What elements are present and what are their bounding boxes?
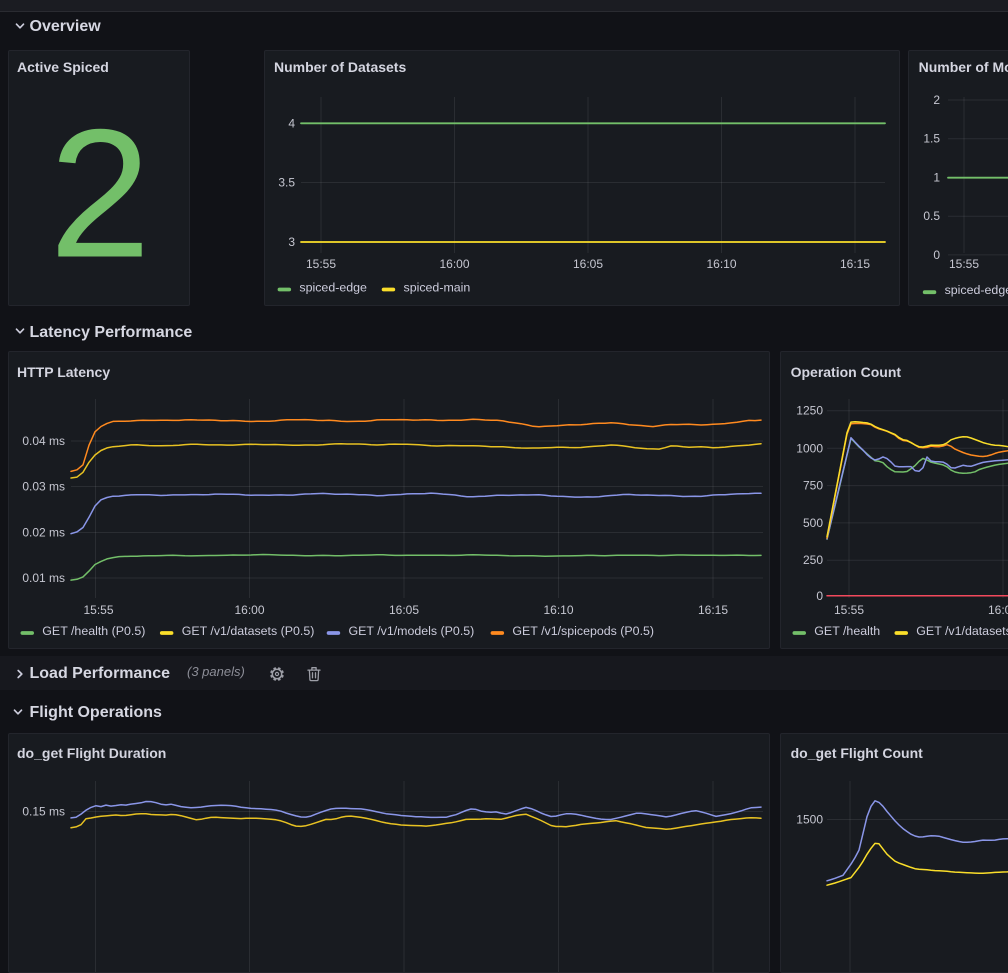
svg-text:Number of Models: Number of Models <box>919 59 1008 75</box>
svg-text:GET /v1/datasets: GET /v1/datasets <box>916 624 1008 638</box>
svg-text:1250: 1250 <box>796 404 823 418</box>
svg-text:0.03 ms: 0.03 ms <box>22 480 65 494</box>
svg-text:Active Spiced: Active Spiced <box>17 59 109 75</box>
svg-text:1500: 1500 <box>796 813 823 827</box>
svg-text:GET /v1/datasets (P0.5): GET /v1/datasets (P0.5) <box>182 624 315 638</box>
svg-text:3: 3 <box>288 235 295 249</box>
svg-text:HTTP Latency: HTTP Latency <box>17 364 110 380</box>
svg-text:spiced-edge: spiced-edge <box>299 280 367 294</box>
svg-text:3.5: 3.5 <box>278 176 295 190</box>
svg-text:0: 0 <box>933 248 940 262</box>
svg-text:GET /health: GET /health <box>814 624 880 638</box>
svg-text:spiced-edge: spiced-edge <box>945 283 1008 297</box>
svg-text:do_get Flight Count: do_get Flight Count <box>791 745 924 761</box>
svg-text:16:00: 16:00 <box>988 603 1008 617</box>
svg-text:1: 1 <box>933 170 940 184</box>
svg-text:16:05: 16:05 <box>389 603 419 617</box>
svg-text:750: 750 <box>803 479 823 493</box>
svg-text:GET /v1/models (P0.5): GET /v1/models (P0.5) <box>349 624 475 638</box>
svg-text:0.02 ms: 0.02 ms <box>22 526 65 540</box>
svg-text:16:00: 16:00 <box>234 603 264 617</box>
svg-text:0.15 ms: 0.15 ms <box>22 805 65 819</box>
svg-text:15:55: 15:55 <box>83 603 113 617</box>
svg-text:do_get Flight Duration: do_get Flight Duration <box>17 745 166 761</box>
svg-text:2: 2 <box>49 91 151 296</box>
svg-text:16:15: 16:15 <box>698 603 728 617</box>
svg-text:1.5: 1.5 <box>923 132 940 146</box>
svg-text:15:55: 15:55 <box>949 257 979 271</box>
svg-text:0.04 ms: 0.04 ms <box>22 434 65 448</box>
svg-text:16:10: 16:10 <box>706 257 736 271</box>
svg-text:4: 4 <box>288 117 295 131</box>
svg-text:0.01 ms: 0.01 ms <box>22 571 65 585</box>
svg-text:Operation Count: Operation Count <box>791 364 902 380</box>
svg-text:16:05: 16:05 <box>573 257 603 271</box>
svg-text:500: 500 <box>803 516 823 530</box>
svg-text:0.5: 0.5 <box>923 209 940 223</box>
svg-text:GET /v1/spicepods (P0.5): GET /v1/spicepods (P0.5) <box>512 624 654 638</box>
svg-text:15:55: 15:55 <box>306 257 336 271</box>
svg-text:GET /health (P0.5): GET /health (P0.5) <box>42 624 145 638</box>
svg-text:16:10: 16:10 <box>543 603 573 617</box>
svg-text:Number of Datasets: Number of Datasets <box>274 59 406 75</box>
svg-text:1000: 1000 <box>796 441 823 455</box>
svg-text:15:55: 15:55 <box>834 603 864 617</box>
svg-text:16:15: 16:15 <box>840 257 870 271</box>
svg-text:2: 2 <box>933 93 940 107</box>
svg-text:spiced-main: spiced-main <box>404 280 471 294</box>
svg-text:250: 250 <box>803 553 823 567</box>
svg-text:16:00: 16:00 <box>439 257 469 271</box>
svg-text:0: 0 <box>816 589 823 603</box>
